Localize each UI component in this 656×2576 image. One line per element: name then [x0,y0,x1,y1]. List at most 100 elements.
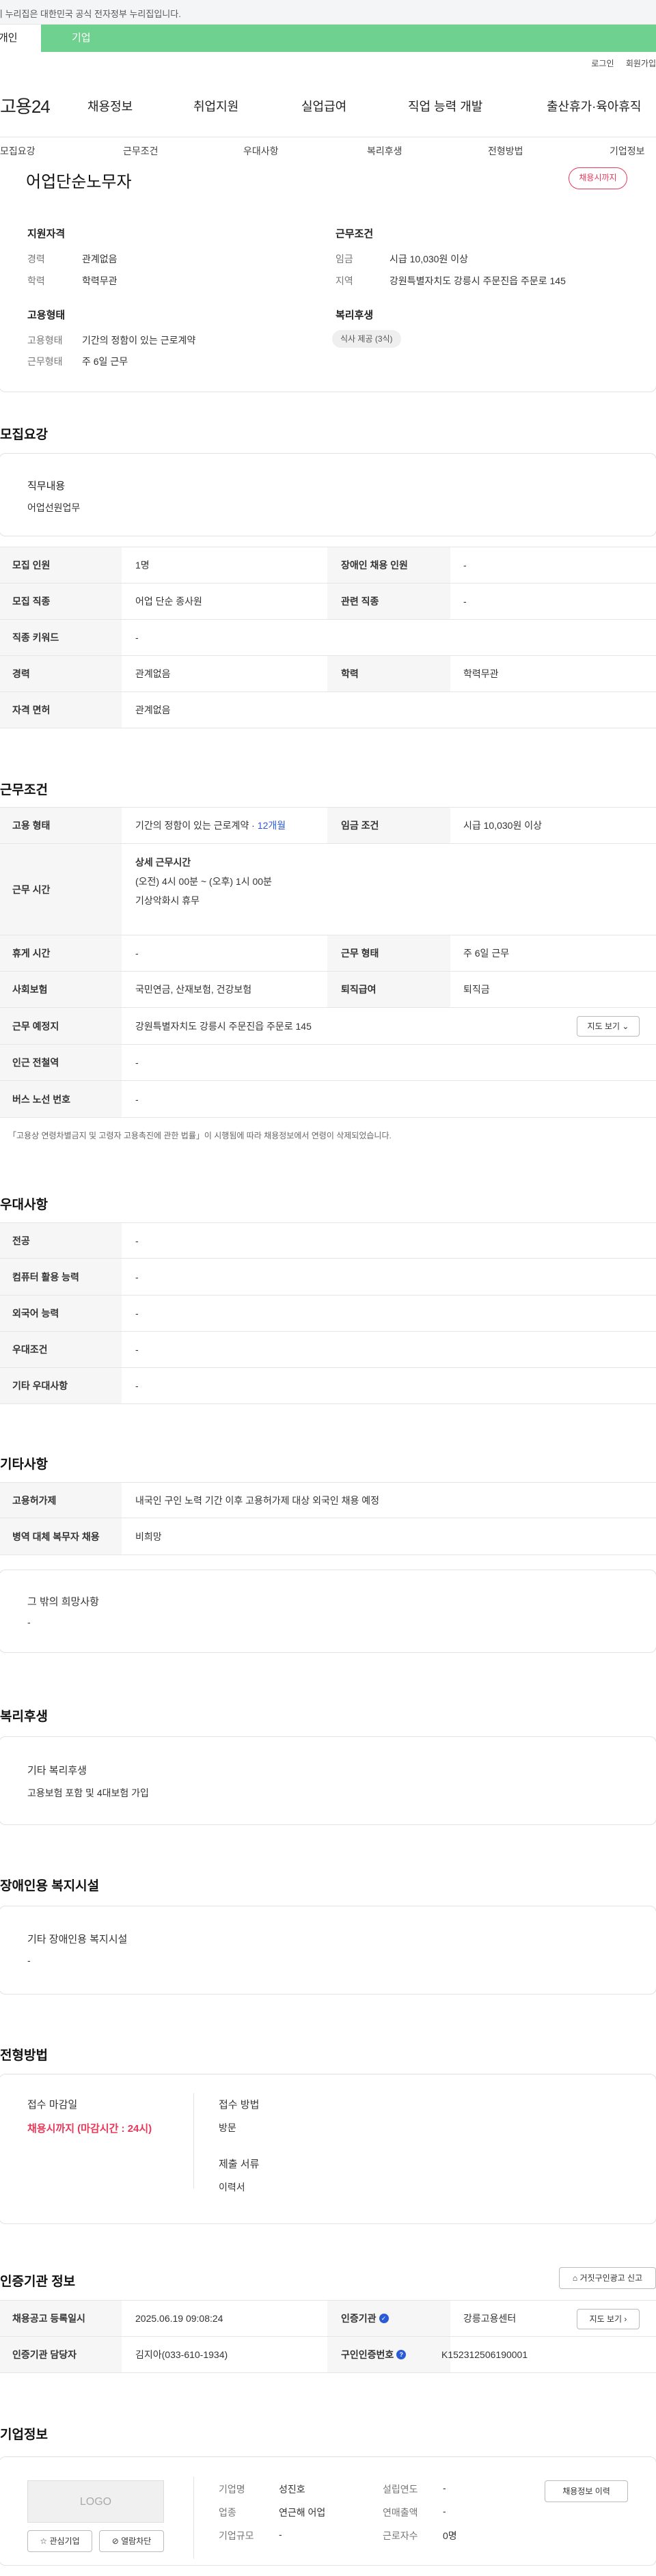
tab-company-label: 기업 [72,32,91,44]
cell-key: 병역 대체 복무자 채용 [0,1518,122,1554]
cell-key: 근무 예정지 [0,1008,122,1044]
table-row: 사회보험 국민연금, 산재보험, 건강보험 퇴직급여 퇴직금 [0,972,656,1008]
emp-type-key: 고용형태 [27,335,63,346]
agency-map-label: 지도 보기 [589,2314,623,2324]
favorite-label: 관심기업 [49,2536,80,2546]
company-logo: LOGO [27,2480,164,2523]
prefer-section-title: 우대사항 [0,1198,48,1212]
agency-section-title: 인증기관 정보 [0,2275,76,2289]
signup-link[interactable]: 회원가입 [626,59,656,68]
block-label: 열람차단 [121,2536,152,2546]
report-fake-ad-button[interactable]: ⌂ 거짓구인광고 신고 [559,2267,656,2289]
table-row: 외국어 능력 - [0,1296,656,1332]
block-icon: ⊘ [111,2536,119,2546]
welfare-section-title: 복리후생 [0,1710,48,1724]
cell-value: 강릉고용센터 [463,2313,517,2324]
table-row: 우대조건 - [0,1332,656,1368]
gnb-item-employment-support[interactable]: 취업지원 [193,97,238,115]
num-key-text: 구인인증번호 [341,2349,394,2360]
welfare-other-value: 고용보험 포함 및 4대보험 가입 [27,1787,149,1798]
company-name-value: 성진호 [279,2484,305,2495]
cell-key: 구인인증번호? [327,2337,450,2372]
cell-value: 주 6일 근무 [463,948,510,959]
education-key: 학력 [27,275,45,286]
founded-key: 설립연도 [383,2484,418,2495]
work-time-label: 상세 근무시간 [135,857,191,868]
sales-value: - [443,2506,446,2517]
cell-key: 인증기관 담당자 [0,2337,122,2372]
work-form-value: 주 6일 근무 [82,356,128,367]
section-nav-prefer[interactable]: 우대사항 [243,144,279,158]
cell-key: 인근 전철역 [0,1045,122,1080]
gov-banner-text: 이 누리집은 대한민국 공식 전자정부 누리집입니다. [0,9,181,19]
login-link[interactable]: 로그인 [591,59,614,68]
wage-key: 임금 [336,254,353,264]
emp-type-text: 기간의 정함이 있는 근로계약 · [135,820,255,831]
cell-value: 시급 10,030원 이상 [463,820,542,831]
map-button[interactable]: 지도 보기 ⌄ [577,1016,640,1037]
experience-value: 관계없음 [82,254,118,264]
cell-key: 경력 [0,656,122,691]
favorite-company-button[interactable]: ☆ 관심기업 [27,2530,92,2552]
site-logo[interactable]: 고용24 [0,93,51,118]
cell-key: 버스 노선 번호 [0,1081,122,1117]
section-nav-selection[interactable]: 전형방법 [488,144,523,158]
work-form-key: 근무형태 [27,356,63,367]
industry-value: 연근해 어업 [279,2507,326,2518]
table-row: 컴퓨터 활용 능력 - [0,1259,656,1296]
cell-key: 학력 [327,656,450,691]
cell-key: 사회보험 [0,972,122,1007]
section-nav-conditions[interactable]: 근무조건 [123,144,159,158]
cell-value: - [135,1271,139,1283]
welfare-card [0,1736,656,1825]
question-icon[interactable]: ? [396,2350,407,2359]
section-nav-recruit[interactable]: 모집요강 [0,144,36,158]
table-row: 모집 직종 어업 단순 종사원 관련 직종 - [0,584,656,620]
table-row: 자격 면허 관계없음 [0,692,656,728]
cell-value: - [463,596,467,607]
section-nav-company[interactable]: 기업정보 [610,144,645,158]
experience-key: 경력 [27,254,45,264]
tab-personal[interactable]: 개인 [0,25,41,52]
disabled-label: 기타 장애인용 복지시설 [27,1934,128,1945]
disabled-value: - [27,1955,31,1966]
etc-section-title: 기타사항 [0,1457,48,1472]
gnb-item-training[interactable]: 직업 능력 개발 [408,97,482,115]
disabled-card [0,1906,656,1995]
employment-label: 고용형태 [27,310,66,321]
docs-label: 제출 서류 [219,2159,260,2170]
cell-key: 관련 직종 [327,584,450,619]
age-notice: 「고용상 연령차별금지 및 고령자 고용촉진에 관한 법률」이 시행됨에 따라 … [8,1131,392,1140]
house-icon: ⌂ [572,2273,578,2283]
method-label: 접수 방법 [219,2099,260,2111]
star-icon: ☆ [40,2536,48,2546]
cell-value: - [135,1057,139,1068]
cell-value: K152312506190001 [441,2349,528,2360]
cell-value: 퇴직금 [463,984,490,995]
table-row: 모집 인원 1명 장애인 채용 인원 - [0,547,656,584]
method-value: 방문 [219,2122,236,2133]
gnb-item-jobs[interactable]: 채용정보 [87,97,133,115]
table-row: 버스 노선 번호 - [0,1081,656,1118]
gnb-item-leave[interactable]: 출산휴가·육아휴직 [547,97,641,115]
agency-map-button[interactable]: 지도 보기 › [577,2309,640,2329]
cell-key: 휴게 시간 [0,935,122,971]
cell-value: 김지아(033-610-1934) [135,2349,228,2360]
recruit-section-title: 모집요강 [0,428,48,442]
table-row: 채용공고 등록일시 2025.06.19 09:08:24 인증기관 ✓ 강릉고용… [0,2300,656,2337]
table-row: 인근 전철역 - [0,1045,656,1081]
tab-company[interactable]: 기업 [72,25,91,52]
gnb-item-unemployment[interactable]: 실업급여 [301,97,346,115]
cell-key: 컴퓨터 활용 능력 [0,1259,122,1295]
deadline-label: 접수 마감일 [27,2099,78,2111]
cell-key: 퇴직급여 [327,972,450,1007]
section-nav-welfare[interactable]: 복리후생 [367,144,402,158]
deadline-badge: 채용시까지 [569,167,627,189]
table-row: 근무 예정지 강원특별자치도 강릉시 주문진읍 주문로 145 지도 보기 ⌄ [0,1008,656,1045]
disabled-section-title: 장애인용 복지시설 [0,1879,100,1893]
job-history-button[interactable]: 채용정보 이력 [545,2480,628,2502]
duty-card [0,453,656,536]
cell-value: - [135,1380,139,1391]
cell-value: - [135,1235,139,1246]
block-company-button[interactable]: ⊘ 열람차단 [99,2530,164,2552]
